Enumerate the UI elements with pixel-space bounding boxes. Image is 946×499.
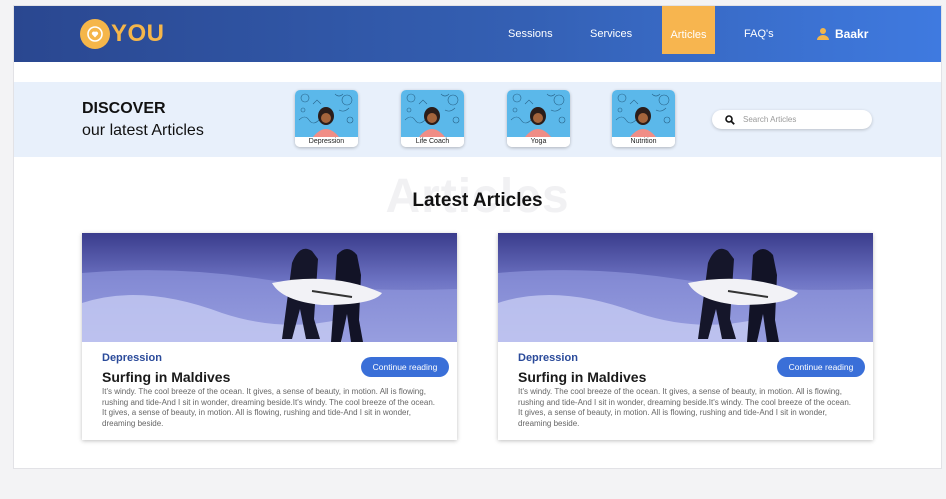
category-illustration — [401, 90, 464, 137]
category-label: Life Coach — [401, 137, 464, 147]
page-frame: YOU Sessions Services Articles FAQ's Baa… — [13, 5, 942, 469]
article-excerpt: It's windy. The cool breeze of the ocean… — [102, 387, 435, 428]
article-image — [82, 233, 457, 342]
continue-reading-button[interactable]: Continue reading — [361, 357, 449, 377]
category-label: Yoga — [507, 137, 570, 147]
article-card[interactable]: Depression Surfing in Maldives It's wind… — [82, 233, 457, 440]
article-title: Surfing in Maldives — [102, 369, 231, 385]
article-card[interactable]: Depression Surfing in Maldives It's wind… — [498, 233, 873, 440]
search-input[interactable] — [741, 114, 865, 125]
nav-user-menu[interactable]: Baakr — [816, 6, 868, 62]
user-name: Baakr — [835, 27, 869, 41]
nav-faq[interactable]: FAQ's — [744, 6, 774, 55]
category-card-nutrition[interactable]: Nutrition — [612, 90, 675, 147]
category-card-depression[interactable]: Depression — [295, 90, 358, 147]
category-label: Nutrition — [612, 137, 675, 147]
logo[interactable]: YOU — [80, 18, 165, 50]
category-card-life-coach[interactable]: Life Coach — [401, 90, 464, 147]
article-image — [498, 233, 873, 342]
category-label: Depression — [295, 137, 358, 147]
nav-services[interactable]: Services — [590, 6, 632, 55]
navbar: YOU Sessions Services Articles FAQ's Baa… — [14, 6, 941, 62]
search-icon — [725, 114, 735, 125]
article-title: Surfing in Maldives — [518, 369, 647, 385]
article-excerpt: It's windy. The cool breeze of the ocean… — [518, 387, 851, 428]
article-category: Depression — [102, 352, 162, 364]
discover-title: DISCOVER — [82, 100, 166, 117]
category-illustration — [507, 90, 570, 137]
logo-text: YOU — [111, 20, 165, 47]
article-category: Depression — [518, 352, 578, 364]
discover-section: DISCOVER our latest Articles Depression — [14, 82, 941, 157]
search-bar — [712, 110, 872, 129]
discover-subtitle: our latest Articles — [82, 122, 204, 139]
continue-reading-button[interactable]: Continue reading — [777, 357, 865, 377]
user-icon — [817, 28, 829, 40]
category-card-yoga[interactable]: Yoga — [507, 90, 570, 147]
category-illustration — [295, 90, 358, 137]
logo-icon — [80, 19, 110, 49]
category-illustration — [612, 90, 675, 137]
nav-sessions[interactable]: Sessions — [508, 6, 553, 55]
latest-articles-title: Latest Articles — [412, 190, 543, 211]
nav-articles[interactable]: Articles — [662, 6, 715, 54]
